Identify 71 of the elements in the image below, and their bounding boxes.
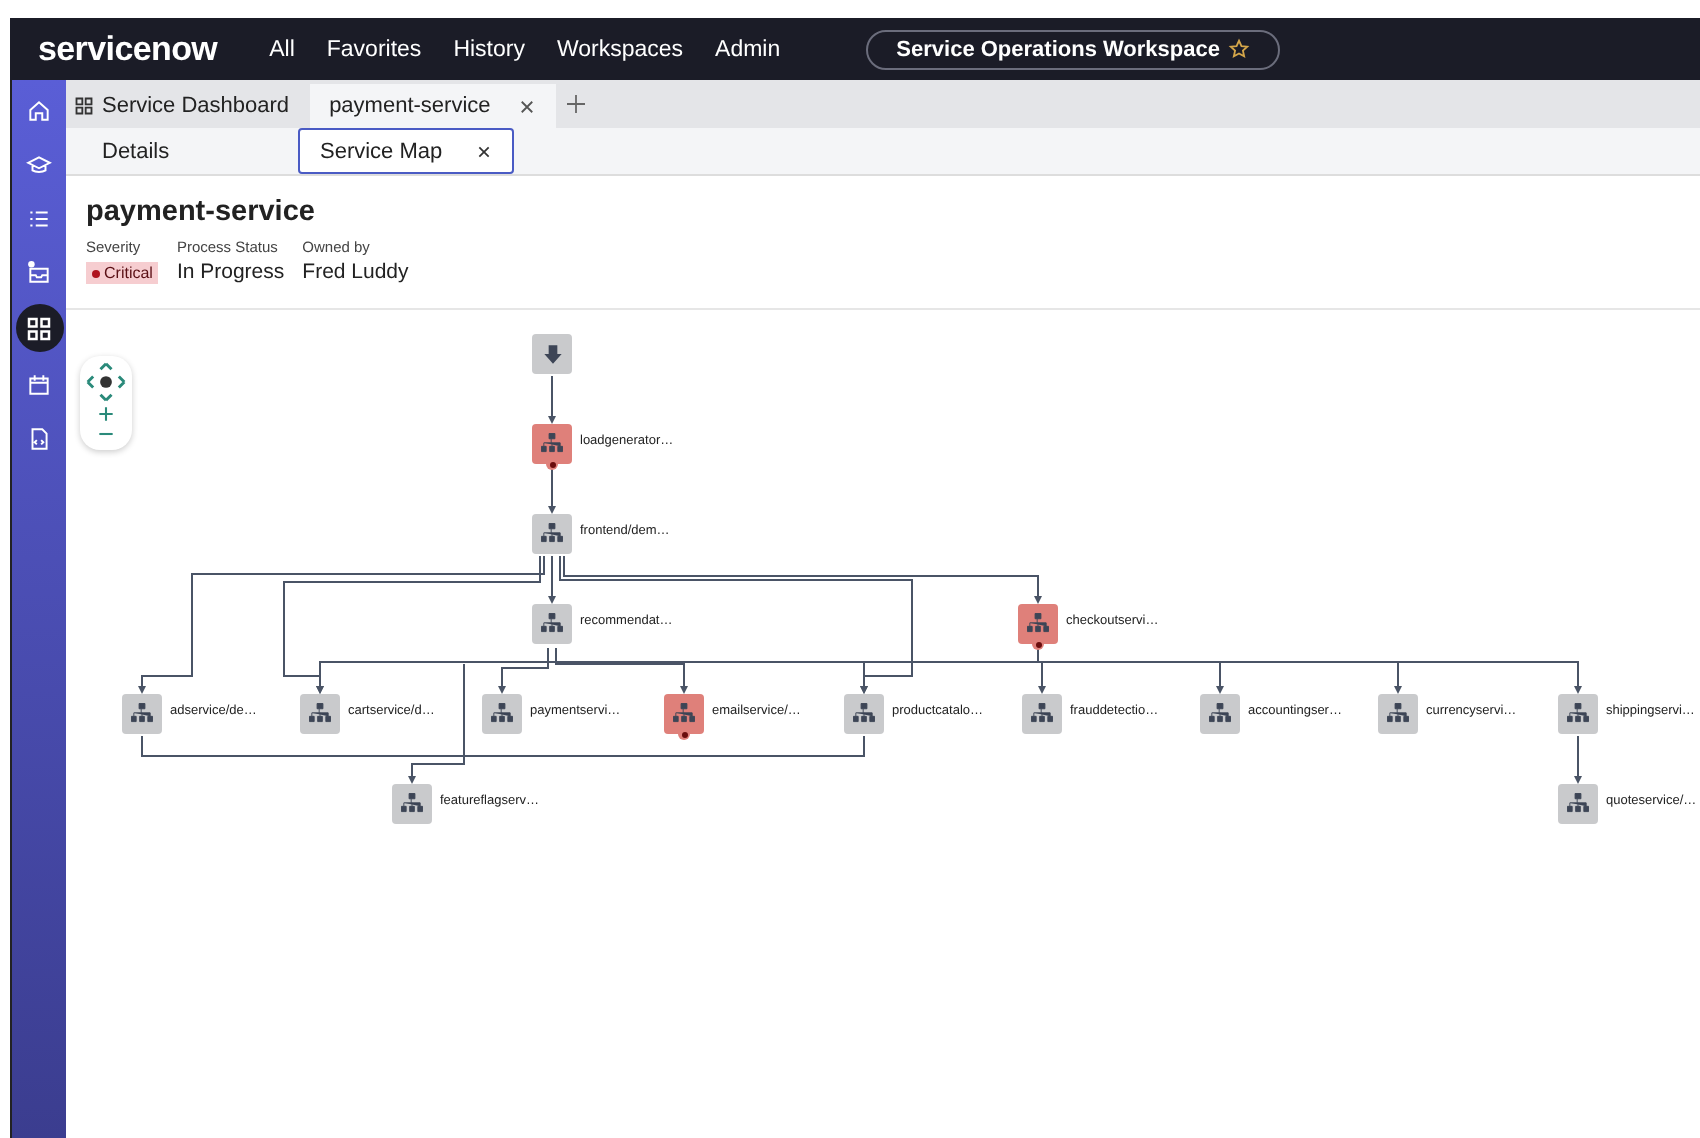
pan-button[interactable] — [84, 360, 128, 404]
graduation-cap-icon — [26, 151, 52, 177]
alert-icon — [1032, 638, 1044, 650]
hierarchy-icon — [538, 520, 566, 548]
field-value: Fred Luddy — [302, 260, 409, 284]
brand-logo[interactable]: servicenow — [38, 29, 218, 69]
sidebar-button[interactable] — [15, 304, 63, 352]
close-icon — [476, 143, 492, 159]
star-icon — [1228, 38, 1250, 60]
hierarchy-icon — [1564, 700, 1592, 728]
connector-line — [548, 375, 556, 424]
nav-menu-item[interactable]: Admin — [699, 33, 797, 65]
connector-line — [1574, 735, 1582, 784]
service-node[interactable] — [532, 514, 572, 554]
service-node[interactable] — [300, 694, 340, 734]
grid-icon — [24, 313, 54, 343]
workspace-tab[interactable]: Service Dashboard — [102, 94, 290, 118]
calendar-icon — [26, 371, 52, 397]
nav-menu-item[interactable]: All — [253, 33, 311, 65]
service-node[interactable] — [1022, 694, 1062, 734]
code-file-icon — [26, 425, 52, 451]
inbox-icon — [26, 259, 52, 285]
service-node[interactable] — [664, 694, 704, 734]
service-node[interactable] — [1558, 694, 1598, 734]
record-title: payment-service — [86, 196, 317, 228]
zoom-in-icon — [96, 404, 116, 424]
close-icon — [518, 97, 537, 115]
hierarchy-icon — [128, 700, 156, 728]
hierarchy-icon — [398, 790, 426, 818]
workspace-button[interactable]: Service Operations Workspace — [866, 29, 1280, 69]
hierarchy-icon — [1384, 700, 1412, 728]
pan-icon — [84, 360, 128, 404]
entry-node[interactable] — [532, 334, 572, 374]
hierarchy-icon — [488, 700, 516, 728]
close-tab-button[interactable] — [518, 97, 537, 115]
hierarchy-icon — [670, 700, 698, 728]
hierarchy-icon — [1024, 610, 1052, 638]
service-node[interactable] — [1558, 784, 1598, 824]
service-node[interactable] — [392, 784, 432, 824]
service-node[interactable] — [122, 694, 162, 734]
hierarchy-icon — [850, 700, 878, 728]
home-icon — [26, 97, 52, 123]
connector-line — [548, 465, 556, 514]
nav-menu-item[interactable]: Favorites — [310, 33, 438, 65]
sub-tab[interactable]: Service Map — [298, 128, 514, 174]
grid-icon — [74, 96, 94, 116]
connector-line — [548, 555, 556, 604]
hierarchy-icon — [306, 700, 334, 728]
service-node[interactable] — [532, 604, 572, 644]
service-node[interactable] — [482, 694, 522, 734]
service-node[interactable] — [844, 694, 884, 734]
sub-tab[interactable]: Details — [82, 128, 298, 174]
alert-icon — [678, 728, 690, 740]
hierarchy-icon — [1564, 790, 1592, 818]
hierarchy-icon — [1028, 700, 1056, 728]
plus-icon — [564, 92, 589, 116]
nav-menu-item[interactable]: History — [437, 33, 541, 65]
severity-badge: Critical — [86, 262, 159, 284]
hierarchy-icon — [538, 610, 566, 638]
hierarchy-icon — [538, 430, 566, 458]
down-arrow-icon — [539, 341, 565, 367]
service-node[interactable] — [1378, 694, 1418, 734]
zoom-in-button[interactable] — [96, 404, 116, 424]
alert-icon — [546, 458, 558, 470]
service-node[interactable] — [532, 424, 572, 464]
service-node[interactable] — [1018, 604, 1058, 644]
service-node[interactable] — [1200, 694, 1240, 734]
close-tab-button[interactable] — [476, 143, 492, 159]
hierarchy-icon — [1206, 700, 1234, 728]
nav-menu-item[interactable]: Workspaces — [540, 33, 700, 65]
field-value: In Progress — [176, 260, 285, 284]
